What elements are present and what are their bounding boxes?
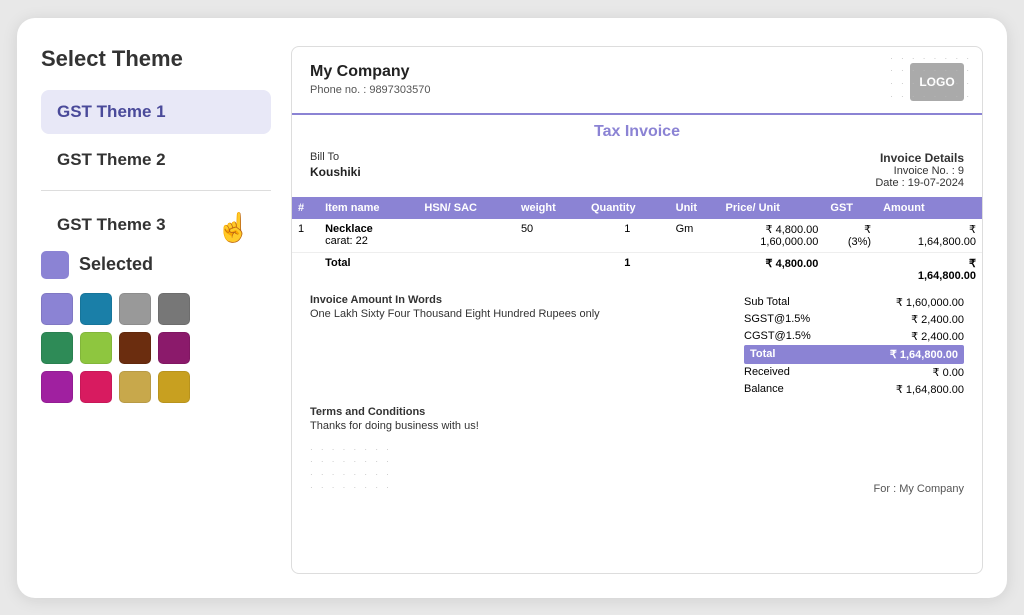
total-gst (824, 252, 877, 286)
company-info: My Company Phone no. : 9897303570 (310, 63, 431, 96)
cell-amount: ₹1,64,800.00 (877, 219, 982, 253)
received-value: ₹ 0.00 (933, 366, 964, 379)
theme-item-2[interactable]: GST Theme 2 (41, 138, 271, 182)
invoice-words-text: One Lakh Sixty Four Thousand Eight Hundr… (310, 308, 734, 320)
color-swatch-5[interactable] (41, 332, 73, 364)
theme-item-1[interactable]: GST Theme 1 (41, 90, 271, 134)
total-hsn (418, 252, 515, 286)
terms-section: Terms and Conditions Thanks for doing bu… (292, 402, 982, 436)
sgst-label: SGST@1.5% (744, 313, 810, 326)
color-swatch-2[interactable] (80, 293, 112, 325)
table-header-row: # Item name HSN/ SAC weight Quantity Uni… (292, 197, 982, 219)
color-swatch-8[interactable] (158, 332, 190, 364)
theme-item-3[interactable]: GST Theme 3 (41, 203, 271, 247)
col-gst: GST (824, 197, 877, 219)
cell-gst: ₹(3%) (824, 219, 877, 253)
col-hsn: HSN/ SAC (418, 197, 515, 219)
footer-for: For : My Company (874, 483, 964, 495)
invoice-summary: Sub Total ₹ 1,60,000.00 SGST@1.5% ₹ 2,40… (744, 294, 964, 398)
total-value: ₹ 1,64,800.00 (890, 348, 958, 361)
color-swatch-7[interactable] (119, 332, 151, 364)
col-quantity: Quantity (585, 197, 670, 219)
company-name: My Company (310, 63, 431, 81)
total-empty (292, 252, 319, 286)
summary-subtotal: Sub Total ₹ 1,60,000.00 (744, 294, 964, 311)
table-row: 1 Necklacecarat: 22 50 1 Gm ₹ 4,800.001,… (292, 219, 982, 253)
col-amount: Amount (877, 197, 982, 219)
color-swatch-3[interactable] (119, 293, 151, 325)
cell-num: 1 (292, 219, 319, 253)
summary-received: Received ₹ 0.00 (744, 364, 964, 381)
cell-price: ₹ 4,800.001,60,000.00 (720, 219, 825, 253)
summary-total: Total ₹ 1,64,800.00 (744, 345, 964, 364)
logo-box: LOGO (910, 63, 964, 101)
terms-title: Terms and Conditions (310, 406, 964, 418)
invoice-title: Tax Invoice (292, 115, 982, 147)
bill-to-section: Bill To Koushiki (310, 151, 361, 189)
bill-invoice-row: Bill To Koushiki Invoice Details Invoice… (292, 147, 982, 191)
color-swatch-12[interactable] (158, 371, 190, 403)
invoice-details-section: Invoice Details Invoice No. : 9 Date : 1… (875, 151, 964, 189)
color-swatch-9[interactable] (41, 371, 73, 403)
invoice-table: # Item name HSN/ SAC weight Quantity Uni… (292, 197, 982, 286)
cgst-label: CGST@1.5% (744, 330, 811, 343)
col-weight: weight (515, 197, 585, 219)
invoice-panel: · · · · · · · · · · · · · · · · · · · · … (291, 46, 983, 574)
footer-dots-left: · · · · · · · · · · · · · · · · · · · · … (310, 444, 392, 495)
summary-balance: Balance ₹ 1,64,800.00 (744, 381, 964, 398)
color-grid (41, 293, 271, 403)
col-num: # (292, 197, 319, 219)
theme-divider (41, 190, 271, 191)
invoice-date: Date : 19-07-2024 (875, 177, 964, 189)
left-panel: Select Theme GST Theme 1 ☝️ GST Theme 2 … (41, 46, 271, 574)
total-qty: 1 (585, 252, 670, 286)
cell-item: Necklacecarat: 22 (319, 219, 418, 253)
total-label: Total (319, 252, 418, 286)
subtotal-label: Sub Total (744, 296, 790, 309)
total-weight (515, 252, 585, 286)
company-phone: Phone no. : 9897303570 (310, 84, 431, 96)
bill-to-label: Bill To (310, 151, 361, 163)
cell-hsn (418, 219, 515, 253)
col-price: Price/ Unit (720, 197, 825, 219)
invoice-no: Invoice No. : 9 (875, 165, 964, 177)
selected-color-box (41, 251, 69, 279)
select-theme-title: Select Theme (41, 46, 271, 72)
col-item: Item name (319, 197, 418, 219)
invoice-details-title: Invoice Details (875, 151, 964, 165)
bill-to-name: Koushiki (310, 165, 361, 179)
cell-quantity: 1 (585, 219, 670, 253)
col-unit: Unit (670, 197, 720, 219)
balance-value: ₹ 1,64,800.00 (896, 383, 964, 396)
sgst-value: ₹ 2,400.00 (911, 313, 964, 326)
selected-label: Selected (79, 254, 153, 275)
total-amount: ₹1,64,800.00 (877, 252, 982, 286)
received-label: Received (744, 366, 790, 379)
total-label: Total (750, 348, 775, 361)
balance-label: Balance (744, 383, 784, 396)
cell-unit: Gm (670, 219, 720, 253)
cell-weight: 50 (515, 219, 585, 253)
selected-label-row: Selected (41, 251, 271, 279)
total-unit (670, 252, 720, 286)
summary-cgst: CGST@1.5% ₹ 2,400.00 (744, 328, 964, 345)
invoice-footer: · · · · · · · · · · · · · · · · · · · · … (292, 436, 982, 503)
main-container: Select Theme GST Theme 1 ☝️ GST Theme 2 … (17, 18, 1007, 598)
invoice-header: My Company Phone no. : 9897303570 LOGO (292, 47, 982, 115)
color-swatch-1[interactable] (41, 293, 73, 325)
subtotal-value: ₹ 1,60,000.00 (896, 296, 964, 309)
color-swatch-6[interactable] (80, 332, 112, 364)
invoice-words: Invoice Amount In Words One Lakh Sixty F… (310, 294, 734, 398)
table-total-row: Total 1 ₹ 4,800.00 ₹1,64,800.00 (292, 252, 982, 286)
terms-text: Thanks for doing business with us! (310, 420, 964, 432)
total-price: ₹ 4,800.00 (720, 252, 825, 286)
color-swatch-10[interactable] (80, 371, 112, 403)
color-swatch-11[interactable] (119, 371, 151, 403)
invoice-bottom: Invoice Amount In Words One Lakh Sixty F… (292, 286, 982, 402)
color-swatch-4[interactable] (158, 293, 190, 325)
cgst-value: ₹ 2,400.00 (911, 330, 964, 343)
invoice-words-title: Invoice Amount In Words (310, 294, 734, 306)
summary-sgst: SGST@1.5% ₹ 2,400.00 (744, 311, 964, 328)
